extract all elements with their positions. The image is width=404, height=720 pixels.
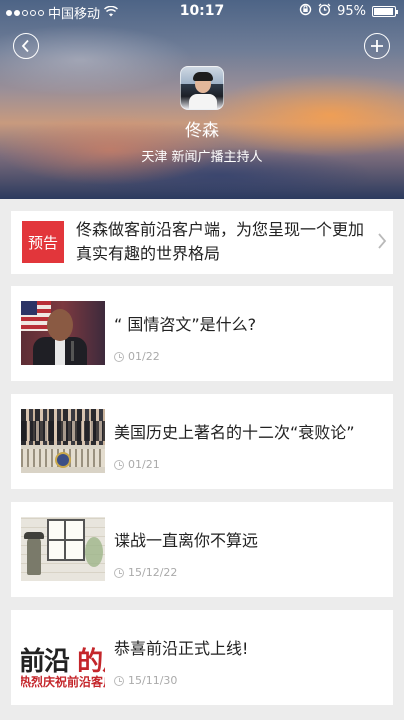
clock-icon <box>114 675 124 686</box>
alarm-icon <box>318 3 331 20</box>
article-thumbnail <box>21 409 105 473</box>
back-button[interactable] <box>13 33 39 59</box>
thumbnail-subline: 热烈庆祝前沿客户 <box>21 675 105 689</box>
chevron-right-icon <box>377 231 387 255</box>
article-card-2[interactable]: 美国历史上著名的十二次“衰败论” 01/21 <box>11 394 393 489</box>
article-date: 01/21 <box>114 458 160 471</box>
article-card-4[interactable]: 前沿 的从 热烈庆祝前沿客户 恭喜前沿正式上线! 15/11/30 <box>11 610 393 705</box>
battery-icon <box>372 6 398 17</box>
avatar[interactable] <box>180 66 224 110</box>
add-button[interactable] <box>364 33 390 59</box>
status-bar: 中国移动 10:17 95% <box>0 0 404 22</box>
article-date: 15/12/22 <box>114 566 177 579</box>
preview-badge: 预告 <box>22 221 64 263</box>
clock-icon <box>114 459 124 470</box>
article-date-text: 15/12/22 <box>128 566 178 579</box>
battery-percent: 95% <box>337 4 366 19</box>
clock-icon <box>114 567 124 578</box>
profile-header: 中国移动 10:17 95% 佟森 天津 新闻广播主持人 <box>0 0 404 199</box>
lock-rotation-icon <box>299 3 312 20</box>
article-title: “ 国情咨文”是什么? <box>114 315 257 334</box>
article-date-text: 01/22 <box>128 350 160 363</box>
article-thumbnail <box>21 301 105 365</box>
article-date-text: 01/21 <box>128 458 160 471</box>
notice-text: 佟森做客前沿客户端，为您呈现一个更加真实有趣的世界格局 <box>76 220 365 263</box>
article-date: 15/11/30 <box>114 674 177 687</box>
article-title: 恭喜前沿正式上线! <box>114 639 249 658</box>
plus-icon <box>371 40 383 52</box>
battery-fill <box>374 8 393 15</box>
article-date: 01/22 <box>114 350 160 363</box>
clock-icon <box>114 351 124 362</box>
article-date-text: 15/11/30 <box>128 674 178 687</box>
article-thumbnail: 前沿 的从 热烈庆祝前沿客户 <box>21 625 105 689</box>
article-title: 美国历史上著名的十二次“衰败论” <box>114 423 355 442</box>
article-card-1[interactable]: “ 国情咨文”是什么? 01/22 <box>11 286 393 381</box>
article-title: 谍战一直离你不算远 <box>114 531 259 550</box>
profile-name: 佟森 <box>185 121 219 141</box>
profile-subtitle: 天津 新闻广播主持人 <box>141 150 263 165</box>
article-card-3[interactable]: 谍战一直离你不算远 15/12/22 <box>11 502 393 597</box>
article-thumbnail <box>21 517 105 581</box>
status-right: 95% <box>299 3 398 20</box>
preview-notice-card[interactable]: 预告 佟森做客前沿客户端，为您呈现一个更加真实有趣的世界格局 <box>11 211 393 274</box>
chevron-left-icon <box>21 39 29 53</box>
